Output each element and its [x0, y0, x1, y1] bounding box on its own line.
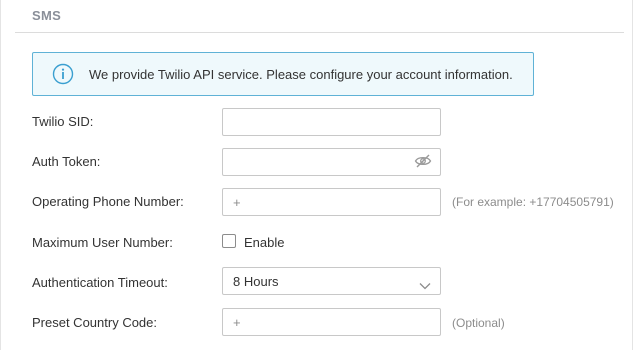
operating-phone-hint: (For example: +17704505791) — [452, 195, 614, 209]
preset-country-code-input[interactable] — [222, 308, 441, 336]
info-banner: We provide Twilio API service. Please co… — [32, 52, 534, 96]
auth-timeout-selected-value: 8 Hours — [233, 273, 279, 289]
info-banner-text: We provide Twilio API service. Please co… — [89, 66, 513, 82]
operating-phone-input[interactable] — [222, 188, 441, 216]
chevron-down-icon — [419, 277, 431, 290]
auth-timeout-label: Authentication Timeout: — [32, 275, 168, 290]
preset-country-code-hint: (Optional) — [452, 316, 505, 330]
auth-timeout-select[interactable]: 8 Hours — [222, 267, 441, 295]
eye-slash-icon[interactable] — [414, 154, 432, 168]
max-user-label: Maximum User Number: — [32, 235, 173, 250]
sms-settings-panel: SMS We provide Twilio API service. Pleas… — [0, 0, 633, 350]
section-title: SMS — [32, 8, 62, 23]
preset-country-code-label: Preset Country Code: — [32, 315, 158, 330]
twilio-sid-input[interactable] — [222, 108, 441, 136]
section-divider — [15, 32, 624, 33]
auth-token-label: Auth Token: — [32, 154, 101, 169]
max-user-enable-label[interactable]: Enable — [244, 235, 284, 250]
auth-token-input[interactable] — [222, 148, 441, 176]
operating-phone-label: Operating Phone Number: — [32, 194, 184, 209]
max-user-enable-checkbox[interactable] — [222, 234, 236, 248]
twilio-sid-label: Twilio SID: — [32, 114, 94, 129]
info-icon — [52, 63, 74, 85]
